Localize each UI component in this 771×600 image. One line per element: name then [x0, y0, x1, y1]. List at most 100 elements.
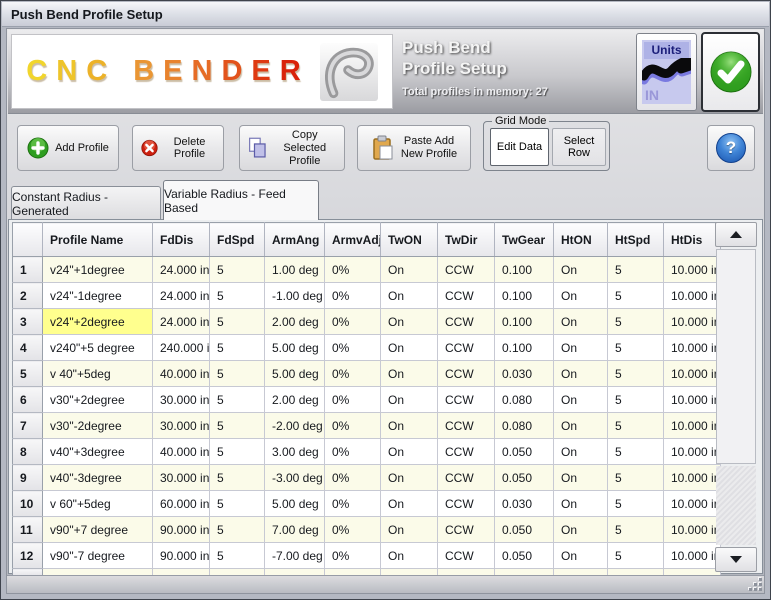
grid-cell[interactable]: 0.050	[495, 465, 554, 491]
grid-cell[interactable]: On	[381, 335, 438, 361]
grid-cell[interactable]: -7.00 deg	[265, 543, 325, 569]
grid-cell[interactable]: 0%	[325, 517, 381, 543]
grid-cell[interactable]: -1.00 deg	[265, 283, 325, 309]
grid-cell[interactable]: 5.00 deg	[265, 361, 325, 387]
grid-cell[interactable]: 0.050	[495, 517, 554, 543]
grid-cell[interactable]: 5	[210, 361, 265, 387]
grid-cell[interactable]: 10.000 in	[664, 361, 721, 387]
row-number[interactable]: 12	[13, 543, 43, 569]
row-number[interactable]: 10	[13, 491, 43, 517]
grid-cell[interactable]: 5	[210, 283, 265, 309]
grid-cell[interactable]: On	[381, 491, 438, 517]
grid-cell[interactable]: v24"+1degree	[43, 257, 153, 283]
select-row-button[interactable]: Select Row	[552, 128, 606, 166]
grid-cell[interactable]: 24.000 in	[153, 309, 210, 335]
grid-cell[interactable]: 0.100	[495, 257, 554, 283]
grid-cell[interactable]: v240"+5 degree	[43, 335, 153, 361]
grid-cell[interactable]: -3.00 deg	[265, 465, 325, 491]
help-button[interactable]: ?	[707, 125, 755, 171]
grid-cell[interactable]: v90"-7 degree	[43, 543, 153, 569]
grid-cell[interactable]: 0%	[325, 465, 381, 491]
scroll-down-button[interactable]	[715, 547, 757, 572]
grid-cell[interactable]: 2.00 deg	[265, 309, 325, 335]
grid-cell[interactable]: 5	[608, 491, 664, 517]
grid-cell[interactable]: v 60"+5deg	[43, 491, 153, 517]
grid-cell[interactable]: 5	[608, 309, 664, 335]
grid-cell[interactable]: 0.100	[495, 335, 554, 361]
ok-button[interactable]	[701, 32, 760, 112]
grid-cell[interactable]: 5	[608, 413, 664, 439]
grid-cell[interactable]: v30"+2degree	[43, 387, 153, 413]
column-header[interactable]: ArmAng	[265, 223, 325, 257]
grid-cell[interactable]: 10.000 in	[664, 257, 721, 283]
grid-cell[interactable]: -2.00 deg	[265, 413, 325, 439]
grid-cell[interactable]: 0.030	[495, 491, 554, 517]
grid-cell[interactable]: 5	[608, 387, 664, 413]
grid-cell[interactable]: On	[554, 335, 608, 361]
grid-cell[interactable]: CCW	[438, 439, 495, 465]
grid-cell[interactable]: 10.000 in	[664, 465, 721, 491]
grid-cell[interactable]: 0%	[325, 361, 381, 387]
grid-cell[interactable]: 40.000 in	[153, 439, 210, 465]
column-header[interactable]: TwGear	[495, 223, 554, 257]
paste-add-new-profile-button[interactable]: Paste Add New Profile	[357, 125, 471, 171]
grid-cell[interactable]: CCW	[438, 517, 495, 543]
grid-cell[interactable]: 0.080	[495, 387, 554, 413]
title-bar[interactable]: Push Bend Profile Setup	[2, 2, 769, 27]
row-number[interactable]: 4	[13, 335, 43, 361]
grid-cell[interactable]: 5	[608, 465, 664, 491]
grid-cell[interactable]: 0.080	[495, 413, 554, 439]
grid-cell[interactable]: v40"+3degree	[43, 439, 153, 465]
row-number[interactable]: 9	[13, 465, 43, 491]
grid-cell[interactable]: 0%	[325, 335, 381, 361]
grid-cell[interactable]: 5	[608, 517, 664, 543]
grid-cell[interactable]: v 40"+5deg	[43, 361, 153, 387]
grid-cell[interactable]: CCW	[438, 335, 495, 361]
grid-cell[interactable]: 5.00 deg	[265, 491, 325, 517]
grid-cell[interactable]: v40"-3degree	[43, 465, 153, 491]
column-header[interactable]: FdSpd	[210, 223, 265, 257]
column-header[interactable]: TwON	[381, 223, 438, 257]
grid-cell[interactable]: v24"-1degree	[43, 283, 153, 309]
column-header[interactable]: HtON	[554, 223, 608, 257]
grid-cell[interactable]: 40.000 in	[153, 361, 210, 387]
grid-cell[interactable]: 5	[608, 335, 664, 361]
grid-cell[interactable]: On	[554, 257, 608, 283]
scroll-up-button[interactable]	[715, 222, 757, 247]
grid-cell[interactable]: CCW	[438, 387, 495, 413]
grid-cell[interactable]: On	[381, 283, 438, 309]
grid-cell[interactable]: 0%	[325, 439, 381, 465]
grid-cell[interactable]: 0%	[325, 283, 381, 309]
grid-cell[interactable]: CCW	[438, 543, 495, 569]
add-profile-button[interactable]: Add Profile	[17, 125, 119, 171]
grid-cell[interactable]: On	[381, 387, 438, 413]
grid-cell[interactable]: 0.100	[495, 309, 554, 335]
grid-cell[interactable]: v90"+7 degree	[43, 517, 153, 543]
row-number[interactable]: 11	[13, 517, 43, 543]
row-number[interactable]: 8	[13, 439, 43, 465]
grid-cell[interactable]: On	[554, 309, 608, 335]
row-number[interactable]: 5	[13, 361, 43, 387]
grid-cell[interactable]: 240.000 in	[153, 335, 210, 361]
copy-selected-profile-button[interactable]: Copy Selected Profile	[239, 125, 345, 171]
grid-cell[interactable]: 0.030	[495, 361, 554, 387]
grid-cell[interactable]: 10.000 in	[664, 439, 721, 465]
grid-cell[interactable]: 30.000 in	[153, 465, 210, 491]
grid-cell[interactable]: 10.000 in	[664, 387, 721, 413]
grid-cell[interactable]: CCW	[438, 491, 495, 517]
grid-cell[interactable]: On	[554, 413, 608, 439]
column-header[interactable]: FdDis	[153, 223, 210, 257]
grid-cell[interactable]: CCW	[438, 361, 495, 387]
grid-cell[interactable]: 0%	[325, 309, 381, 335]
scrollbar-track[interactable]	[716, 466, 756, 545]
grid-cell[interactable]: 5	[608, 257, 664, 283]
tab-constant-radius-generated[interactable]: Constant Radius - Generated	[11, 186, 161, 220]
grid-cell[interactable]: CCW	[438, 257, 495, 283]
grid-cell[interactable]: 24.000 in	[153, 257, 210, 283]
selected-cell[interactable]: v24"+2degree	[43, 309, 153, 335]
grid-cell[interactable]: 90.000 in	[153, 517, 210, 543]
grid-cell[interactable]: 0.050	[495, 543, 554, 569]
grid-cell[interactable]: On	[381, 413, 438, 439]
grid-cell[interactable]: On	[381, 439, 438, 465]
delete-profile-button[interactable]: Delete Profile	[132, 125, 224, 171]
